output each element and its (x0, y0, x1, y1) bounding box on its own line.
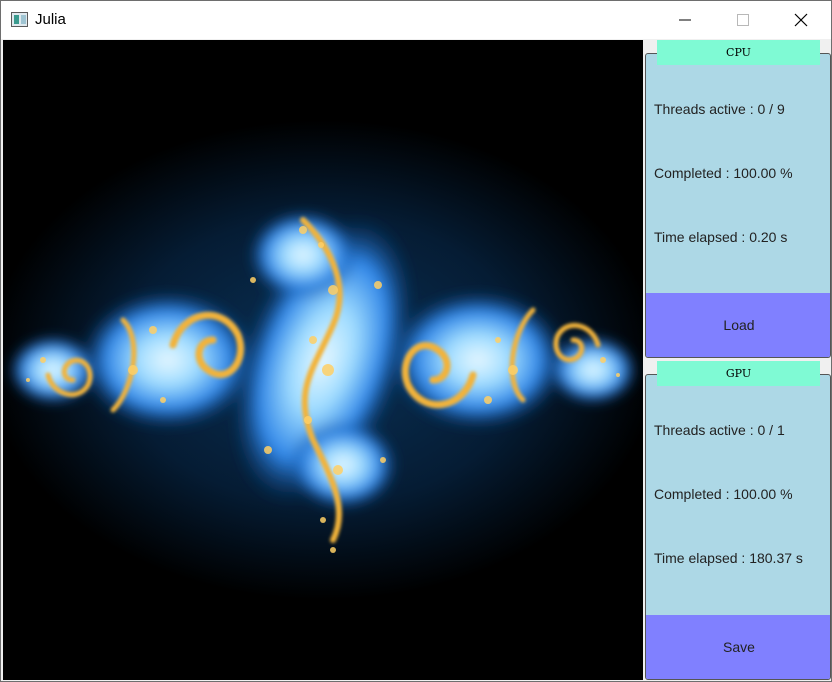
cpu-threads-active: Threads active : 0 / 9 (654, 101, 785, 117)
maximize-icon (737, 14, 749, 26)
close-button[interactable] (773, 1, 831, 39)
app-window: Julia CPU Threads active: 0 / 9 Complet… (0, 0, 832, 682)
app-icon (11, 12, 28, 27)
title-bar[interactable]: Julia (1, 1, 831, 39)
minimize-button[interactable] (657, 1, 715, 39)
gpu-completed: Completed : 100.00 % (654, 486, 793, 502)
gpu-time-elapsed: Time elapsed : 180.37 s (654, 550, 803, 566)
cpu-time-elapsed: Time elapsed : 0.20 s (654, 229, 788, 245)
close-icon (794, 13, 808, 27)
minimize-icon (679, 19, 691, 21)
window-title: Julia (35, 11, 66, 28)
gpu-panel: Threads active : 0 / 1 Completed : 100.0… (645, 374, 831, 680)
load-button[interactable]: Load (646, 293, 830, 357)
gpu-threads-active: Threads active : 0 / 1 (654, 422, 785, 438)
maximize-button[interactable] (715, 1, 773, 39)
cpu-panel: Threads active : 0 / 9 Completed : 100.0… (645, 53, 831, 358)
cpu-tab-label: CPU (657, 40, 820, 65)
julia-fractal-image (3, 40, 643, 680)
save-button[interactable]: Save (646, 615, 830, 679)
cpu-completed: Completed : 100.00 % (654, 165, 793, 181)
fractal-canvas[interactable] (3, 40, 643, 680)
gpu-tab-label: GPU (657, 361, 820, 386)
